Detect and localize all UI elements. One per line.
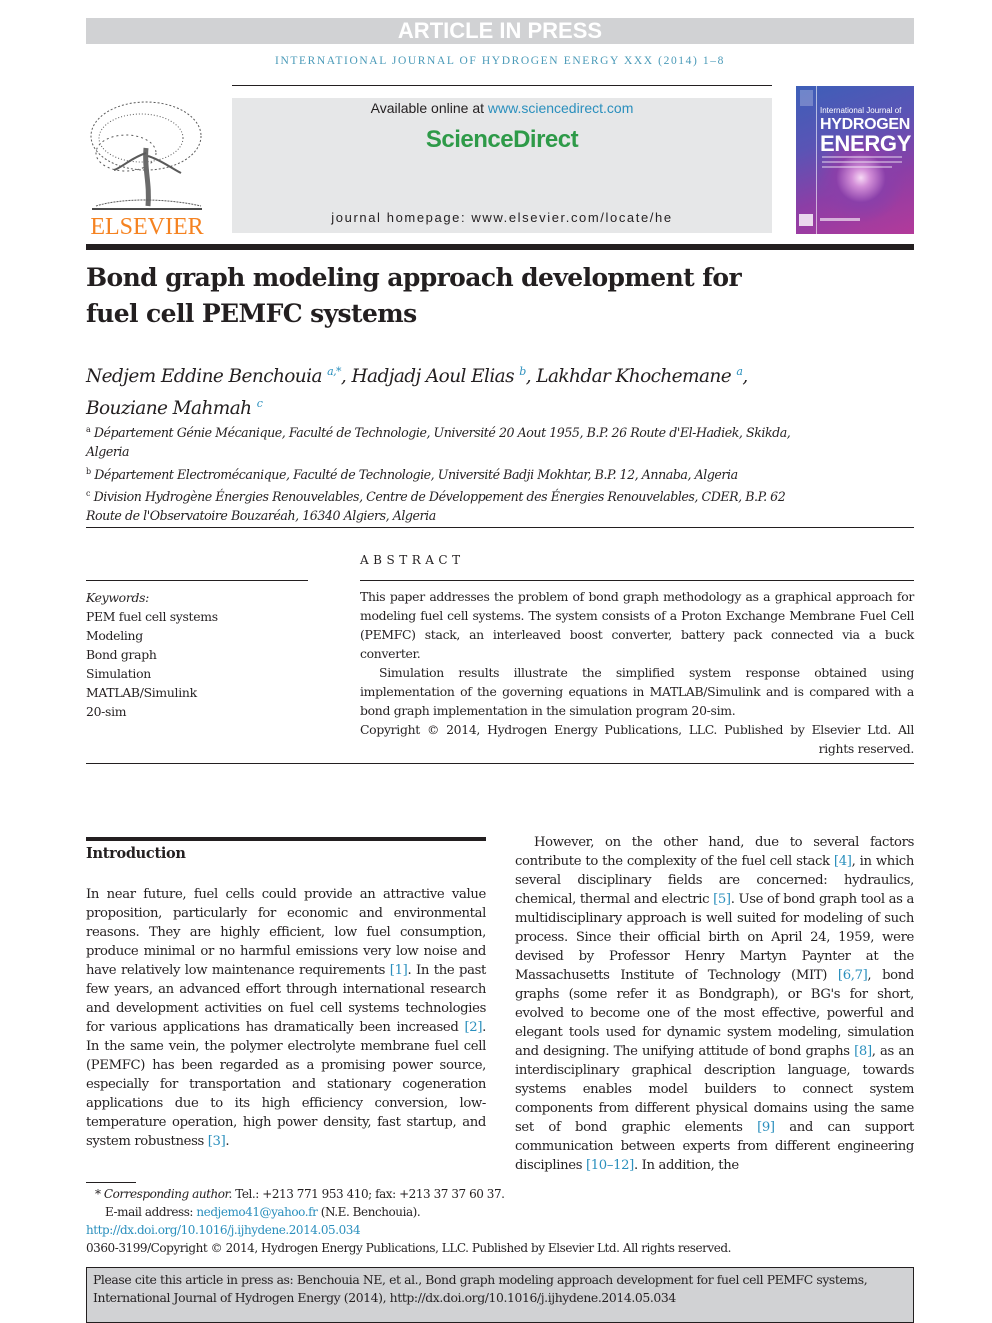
section-rule bbox=[86, 527, 914, 528]
reference-link[interactable]: [4] bbox=[834, 854, 852, 869]
affiliation-label: a bbox=[86, 425, 91, 434]
intro-rule bbox=[86, 837, 486, 841]
abstract-heading: ABSTRACT bbox=[360, 553, 465, 567]
sciencedirect-link[interactable]: www.sciencedirect.com bbox=[488, 100, 634, 116]
body-paragraph: However, on the other hand, due to sever… bbox=[515, 833, 914, 1175]
affiliation-item: a Département Génie Mécanique, Faculté d… bbox=[86, 420, 806, 462]
reference-link[interactable]: [5] bbox=[713, 892, 731, 907]
affiliation-item: c Division Hydrogène Énergies Renouvelab… bbox=[86, 484, 806, 526]
issn-copyright: 0360-3199/Copyright © 2014, Hydrogen Ene… bbox=[86, 1241, 732, 1255]
author-list: Nedjem Eddine Benchouia a,*, Hadjadj Aou… bbox=[86, 365, 748, 420]
cover-editors-text bbox=[822, 156, 902, 158]
affiliation-item: b Département Electromécanique, Faculté … bbox=[86, 462, 806, 484]
keyword-item: Simulation bbox=[86, 666, 151, 681]
affiliation-text: Département Electromécanique, Faculté de… bbox=[94, 466, 738, 482]
author-affiliation-link[interactable]: c bbox=[257, 397, 263, 410]
cover-line1: International Journal of bbox=[820, 106, 902, 115]
running-header: INTERNATIONAL JOURNAL OF HYDROGEN ENERGY… bbox=[275, 55, 725, 67]
reference-link[interactable]: [8] bbox=[854, 1044, 872, 1059]
cover-sciencedirect-mark bbox=[820, 218, 860, 221]
available-prefix: Available online at bbox=[370, 100, 488, 116]
abstract-body: This paper addresses the problem of bond… bbox=[360, 587, 914, 758]
corresponding-author-note: * Corresponding author. Tel.: +213 771 9… bbox=[95, 1187, 505, 1201]
cover-line3: ENERGY bbox=[820, 131, 912, 156]
keywords-rule bbox=[86, 580, 308, 581]
reference-link[interactable]: [10–12] bbox=[586, 1158, 634, 1173]
keywords-label: Keywords: bbox=[86, 590, 150, 605]
author-name: Nedjem Eddine Benchouia bbox=[86, 366, 322, 388]
masthead-rule bbox=[86, 244, 914, 250]
keyword-item: Bond graph bbox=[86, 647, 157, 662]
body-text: . In addition, the bbox=[633, 1158, 739, 1173]
citation-box: Please cite this article in press as: Be… bbox=[86, 1267, 914, 1323]
corresponding-contact: Tel.: +213 771 953 410; fax: +213 37 37 … bbox=[231, 1187, 505, 1201]
top-rule bbox=[232, 85, 772, 86]
email-suffix: (N.E. Benchouia). bbox=[317, 1205, 421, 1219]
abstract-copyright: Copyright © 2014, Hydrogen Energy Public… bbox=[360, 722, 914, 756]
elsevier-tree-icon: ELSEVIER bbox=[90, 101, 204, 240]
affiliation-text: Département Génie Mécanique, Faculté de … bbox=[86, 425, 791, 460]
author-affiliation-link[interactable]: a,* bbox=[327, 365, 341, 378]
sciencedirect-box: Available online at www.sciencedirect.co… bbox=[232, 98, 772, 233]
body-text: . In the same vein, the polymer electrol… bbox=[86, 1020, 486, 1149]
footnote-rule bbox=[86, 1182, 136, 1183]
doi-link[interactable]: http://dx.doi.org/10.1016/j.ijhydene.201… bbox=[86, 1223, 361, 1237]
elsevier-wordmark: ELSEVIER bbox=[90, 214, 203, 236]
keyword-item: 20-sim bbox=[86, 704, 127, 719]
sciencedirect-logo: ScienceDirect bbox=[425, 126, 579, 153]
abstract-bottom-rule bbox=[86, 763, 914, 764]
affiliation-text: Division Hydrogène Énergies Renouvelable… bbox=[86, 489, 786, 524]
author-name: Bouziane Mahmah bbox=[86, 398, 252, 420]
journal-cover: International Journal of HYDROGEN ENERGY bbox=[796, 86, 914, 234]
cover-ihe-logo-icon bbox=[799, 214, 813, 226]
email-link[interactable]: nedjemo41@yahoo.fr bbox=[196, 1205, 317, 1219]
article-title: Bond graph modeling approach development… bbox=[86, 263, 742, 328]
body-column-left: In near future, fuel cells could provide… bbox=[86, 885, 486, 1151]
abstract-paragraph: This paper addresses the problem of bond… bbox=[360, 589, 914, 661]
section-heading-introduction: Introduction bbox=[86, 845, 186, 862]
available-online: Available online at www.sciencedirect.co… bbox=[232, 100, 772, 116]
affiliation-label: b bbox=[86, 466, 91, 476]
abstract-paragraph: Simulation results illustrate the simpli… bbox=[360, 665, 914, 718]
body-column-right: However, on the other hand, due to sever… bbox=[515, 833, 914, 1175]
abstract-rule bbox=[360, 580, 914, 581]
article-in-press-banner: ARTICLE IN PRESS bbox=[86, 18, 914, 44]
cover-elsevier-mark-icon bbox=[800, 90, 813, 106]
cover-editors-text bbox=[822, 161, 902, 163]
keyword-item: MATLAB/Simulink bbox=[86, 685, 197, 700]
author-name: Hadjadj Aoul Elias bbox=[351, 366, 514, 388]
reference-link[interactable]: [3] bbox=[208, 1134, 226, 1149]
corresponding-label: Corresponding author. bbox=[103, 1187, 232, 1201]
email-label: E-mail address: bbox=[105, 1205, 197, 1219]
affiliations: a Département Génie Mécanique, Faculté d… bbox=[86, 420, 806, 526]
elsevier-logo: ELSEVIER bbox=[86, 98, 208, 240]
reference-link[interactable]: [2] bbox=[465, 1020, 483, 1035]
cover-editors-text bbox=[822, 166, 892, 168]
keyword-item: Modeling bbox=[86, 628, 143, 643]
journal-homepage[interactable]: journal homepage: www.elsevier.com/locat… bbox=[232, 210, 772, 225]
body-paragraph: In near future, fuel cells could provide… bbox=[86, 885, 486, 1151]
reference-link[interactable]: [6,7] bbox=[838, 968, 868, 983]
affiliation-label: c bbox=[86, 488, 91, 498]
body-text: . bbox=[225, 1134, 230, 1149]
author-affiliation-link[interactable]: a bbox=[736, 365, 743, 378]
email-note: E-mail address: nedjemo41@yahoo.fr (N.E.… bbox=[86, 1203, 806, 1221]
author-name: Lakhdar Khochemane bbox=[536, 366, 732, 388]
cover-divider bbox=[816, 86, 817, 234]
author-affiliation-link[interactable]: b bbox=[519, 365, 526, 378]
reference-link[interactable]: [9] bbox=[757, 1120, 775, 1135]
footnotes: * Corresponding author. Tel.: +213 771 9… bbox=[86, 1185, 806, 1257]
reference-link[interactable]: [1] bbox=[390, 963, 408, 978]
keywords-block: Keywords: PEM fuel cell systems Modeling… bbox=[86, 588, 308, 721]
keyword-item: PEM fuel cell systems bbox=[86, 609, 218, 624]
